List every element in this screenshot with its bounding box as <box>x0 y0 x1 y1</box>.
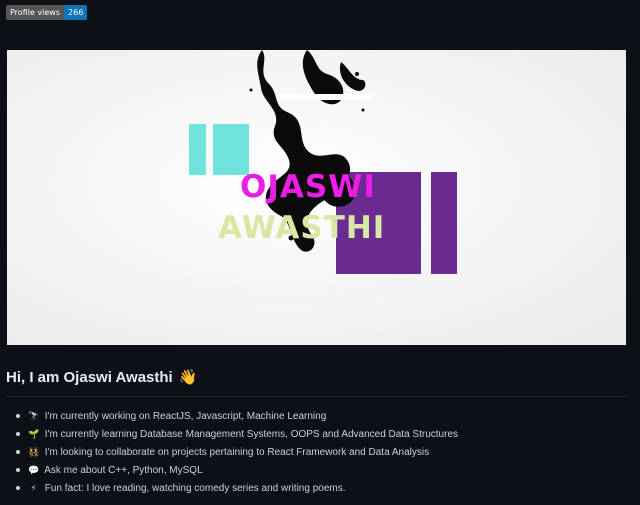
list-item: 👯 I'm looking to collaborate on projects… <box>0 443 458 461</box>
heading-divider <box>6 396 628 397</box>
waving-hand-icon: 👋 <box>178 369 198 386</box>
telescope-icon: 🔭 <box>28 411 40 421</box>
about-list: 🔭 I'm currently working on ReactJS, Java… <box>0 407 458 497</box>
smoke-gap <box>277 94 373 100</box>
profile-banner-image: OJASWI AWASTHI <box>7 50 626 345</box>
badge-label: Profile views <box>6 5 65 20</box>
list-item: 🌱 I'm currently learning Database Manage… <box>0 425 458 443</box>
list-item: ⚡ Fun fact: I love reading, watching com… <box>0 479 458 497</box>
seedling-icon: 🌱 <box>28 429 40 439</box>
list-item: 💬 Ask me about C++, Python, MySQL <box>0 461 458 479</box>
list-item-text: Fun fact: I love reading, watching comed… <box>44 483 346 494</box>
banner-first-name: OJASWI <box>240 169 376 205</box>
list-item-text: I'm currently learning Database Manageme… <box>44 429 459 440</box>
list-item-text: I'm looking to collaborate on projects p… <box>44 447 430 458</box>
speech-bubble-icon: 💬 <box>28 465 40 475</box>
list-item-text: Ask me about C++, Python, MySQL <box>44 465 203 476</box>
dancers-icon: 👯 <box>28 447 40 457</box>
bullet-dot <box>16 468 20 472</box>
list-item: 🔭 I'm currently working on ReactJS, Java… <box>0 407 458 425</box>
cyan-block-left <box>189 124 206 175</box>
bullet-dot <box>16 432 20 436</box>
badge-count: 266 <box>64 5 88 20</box>
profile-views-badge[interactable]: Profile views 266 <box>6 5 88 20</box>
cyan-block-right <box>213 124 249 175</box>
bullet-dot <box>16 450 20 454</box>
readme-page: Profile views 266 OJASWI AWASTHI Hi, I a… <box>0 0 640 505</box>
list-item-text: I'm currently working on ReactJS, Javasc… <box>44 411 327 422</box>
banner-last-name: AWASTHI <box>218 210 386 246</box>
intro-heading-text: Hi, I am Ojaswi Awasthi <box>6 368 173 386</box>
bullet-dot <box>16 486 20 490</box>
lightning-icon: ⚡ <box>30 483 37 493</box>
purple-block-narrow <box>431 172 457 274</box>
bullet-dot <box>16 414 20 418</box>
intro-heading: Hi, I am Ojaswi Awasthi 👋 <box>6 368 198 387</box>
